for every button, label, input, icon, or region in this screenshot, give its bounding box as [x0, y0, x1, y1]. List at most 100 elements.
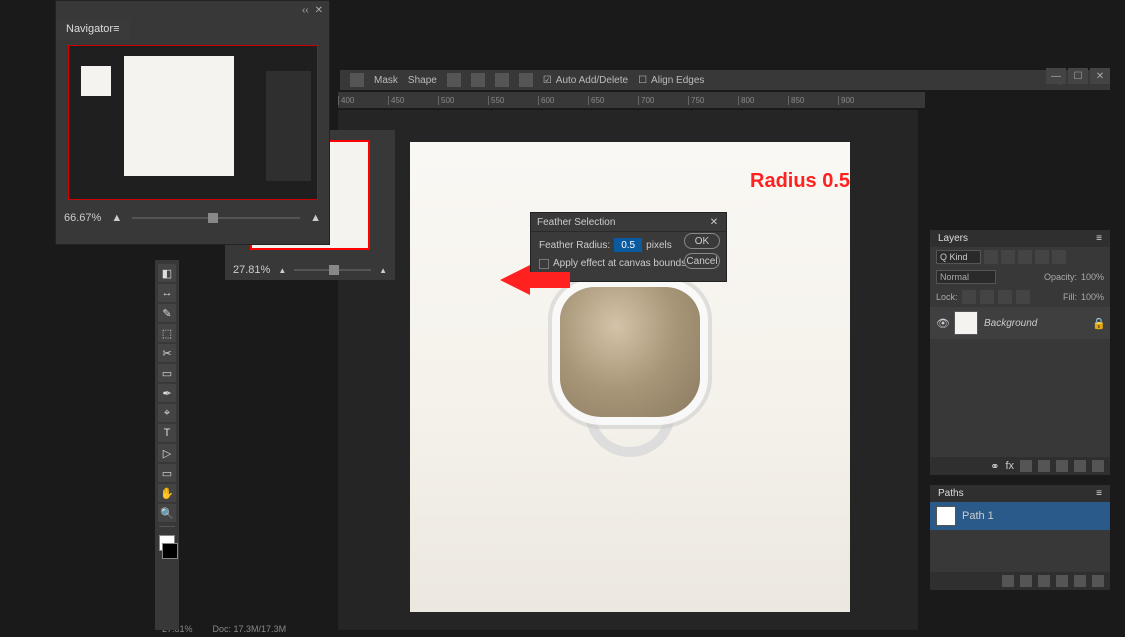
- ruler-tick: 850: [788, 96, 838, 105]
- close-button[interactable]: ✕: [1090, 68, 1110, 84]
- status-doc-size[interactable]: Doc: 17.3M/17.3M: [213, 624, 287, 634]
- feather-radius-input[interactable]: [614, 238, 642, 252]
- tool-preset-icon[interactable]: [350, 73, 364, 87]
- paths-footer: [930, 572, 1110, 590]
- tool-lasso[interactable]: ✎: [158, 304, 176, 322]
- tool-artboard[interactable]: ↔: [158, 284, 176, 302]
- tool-frame[interactable]: ▭: [158, 364, 176, 382]
- mask-from-path-icon[interactable]: [1056, 575, 1068, 587]
- adjustment-icon[interactable]: [1038, 460, 1050, 472]
- status-bar: 27.81% Doc: 17.3M/17.3M: [162, 624, 286, 634]
- navigator-tab[interactable]: Navigator ≡: [56, 19, 130, 39]
- tool-eyedropper[interactable]: ⌖: [158, 404, 176, 422]
- lock-all-icon[interactable]: [1016, 290, 1030, 304]
- menu-icon[interactable]: ≡: [113, 23, 119, 35]
- settings-icon[interactable]: [519, 73, 533, 87]
- dialog-title-text: Feather Selection: [537, 217, 615, 228]
- auto-add-delete-option[interactable]: ☑ Auto Add/Delete: [543, 75, 628, 86]
- maximize-button[interactable]: ☐: [1068, 68, 1088, 84]
- lock-icon[interactable]: 🔒: [1092, 317, 1104, 329]
- filter-image-icon[interactable]: [984, 250, 998, 264]
- trash-icon[interactable]: [1092, 575, 1104, 587]
- filter-shape-icon[interactable]: [1035, 250, 1049, 264]
- tool-path[interactable]: ▷: [158, 444, 176, 462]
- mask-option[interactable]: Mask: [374, 75, 398, 86]
- new-layer-icon[interactable]: [1074, 460, 1086, 472]
- link-icon[interactable]: ⚭: [990, 460, 999, 473]
- lock-image-icon[interactable]: [980, 290, 994, 304]
- path-row[interactable]: Path 1: [930, 502, 1110, 530]
- ruler-tick: 400: [338, 96, 388, 105]
- tool-zoom[interactable]: 🔍: [158, 504, 176, 522]
- layer-name[interactable]: Background: [984, 318, 1086, 329]
- nav-panel-preview: [266, 71, 311, 181]
- minimize-button[interactable]: —: [1046, 68, 1066, 84]
- filter-smart-icon[interactable]: [1052, 250, 1066, 264]
- tool-pen[interactable]: ✒: [158, 384, 176, 402]
- zoom-out-icon[interactable]: ▲: [278, 266, 286, 275]
- tool-shape[interactable]: ▭: [158, 464, 176, 482]
- align-icon[interactable]: [471, 73, 485, 87]
- thumbnail-slider[interactable]: [294, 269, 371, 271]
- selection-from-path-icon[interactable]: [1038, 575, 1050, 587]
- fill-value[interactable]: 100%: [1081, 292, 1104, 302]
- layers-tab[interactable]: Layers: [938, 233, 968, 244]
- filter-type-icon[interactable]: [1018, 250, 1032, 264]
- panel-menu-icon[interactable]: ≡: [1096, 233, 1102, 244]
- fill-path-icon[interactable]: [1002, 575, 1014, 587]
- zoom-in-icon[interactable]: ▲: [379, 266, 387, 275]
- filter-kind-dropdown[interactable]: Q Kind: [936, 250, 981, 264]
- gem-shape: [560, 287, 700, 417]
- cancel-button[interactable]: Cancel: [684, 253, 720, 269]
- tool-marquee[interactable]: ⬚: [158, 324, 176, 342]
- lock-transparent-icon[interactable]: [962, 290, 976, 304]
- lock-position-icon[interactable]: [998, 290, 1012, 304]
- zoom-slider[interactable]: [132, 217, 300, 219]
- opacity-value[interactable]: 100%: [1081, 272, 1104, 282]
- fx-icon[interactable]: fx: [1005, 460, 1014, 472]
- shape-option[interactable]: Shape: [408, 75, 437, 86]
- ruler-tick: 450: [388, 96, 438, 105]
- visibility-icon[interactable]: 👁: [936, 317, 948, 329]
- blend-mode-dropdown[interactable]: Normal: [936, 270, 996, 284]
- zoom-out-icon[interactable]: ▲: [111, 212, 122, 224]
- background-color-swatch[interactable]: [162, 543, 178, 559]
- group-icon[interactable]: [1056, 460, 1068, 472]
- navigator-header: ‹‹ ✕: [56, 1, 329, 19]
- mask-icon[interactable]: [1020, 460, 1032, 472]
- panel-menu-icon[interactable]: ≡: [1096, 488, 1102, 499]
- layer-thumbnail[interactable]: [954, 311, 978, 335]
- trash-icon[interactable]: [1092, 460, 1104, 472]
- tool-hand[interactable]: ✋: [158, 484, 176, 502]
- path-thumbnail[interactable]: [936, 506, 956, 526]
- opacity-label: Opacity:: [1044, 272, 1077, 282]
- lock-label: Lock:: [936, 292, 958, 302]
- close-icon[interactable]: ✕: [315, 5, 323, 16]
- ok-button[interactable]: OK: [684, 233, 720, 249]
- panel-window-controls: — ☐ ✕: [1046, 68, 1110, 84]
- navigator-footer: 66.67% ▲ ▲: [56, 206, 329, 230]
- path-ops-icon[interactable]: [447, 73, 461, 87]
- align-edges-option[interactable]: ☐ Align Edges: [638, 75, 704, 86]
- layer-row-background[interactable]: 👁 Background 🔒: [930, 307, 1110, 339]
- paths-tab[interactable]: Paths: [938, 488, 964, 499]
- dialog-close-button[interactable]: ✕: [708, 216, 720, 228]
- tool-move[interactable]: ◧: [158, 264, 176, 282]
- annotation-arrow-icon: [500, 260, 570, 300]
- tool-type[interactable]: T: [158, 424, 176, 442]
- navigator-preview[interactable]: [68, 45, 318, 200]
- filter-adjust-icon[interactable]: [1001, 250, 1015, 264]
- arrange-icon[interactable]: [495, 73, 509, 87]
- nav-canvas-preview: [124, 56, 234, 176]
- path-name[interactable]: Path 1: [962, 510, 994, 522]
- apply-at-bounds-label: Apply effect at canvas bounds: [553, 258, 686, 269]
- tool-crop[interactable]: ✂: [158, 344, 176, 362]
- stroke-path-icon[interactable]: [1020, 575, 1032, 587]
- zoom-in-icon[interactable]: ▲: [310, 212, 321, 224]
- layers-footer: ⚭ fx: [930, 457, 1110, 475]
- ring-image-content: [530, 287, 730, 487]
- ruler-tick: 750: [688, 96, 738, 105]
- dialog-titlebar[interactable]: Feather Selection ✕: [531, 213, 726, 232]
- collapse-icon[interactable]: ‹‹: [302, 5, 309, 16]
- new-path-icon[interactable]: [1074, 575, 1086, 587]
